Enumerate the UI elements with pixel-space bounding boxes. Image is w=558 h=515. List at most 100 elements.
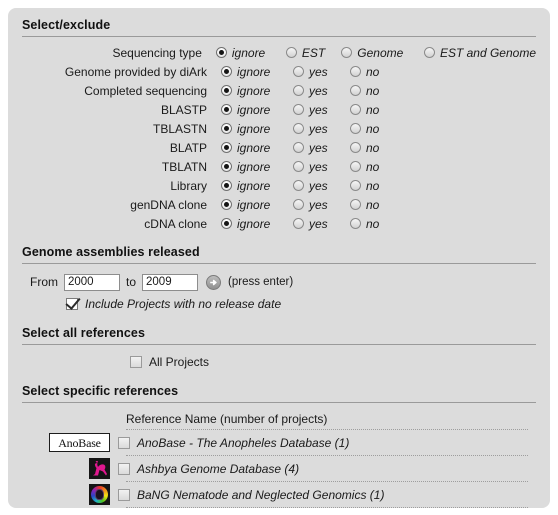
radio-button[interactable] [221, 85, 232, 96]
radio-button[interactable] [350, 85, 361, 96]
radio-option[interactable]: no [350, 65, 379, 79]
radio-option[interactable]: ignore [221, 217, 293, 231]
radio-button[interactable] [221, 218, 232, 229]
radio-option-label: EST and Genome [439, 45, 536, 60]
radio-option[interactable]: ignore [215, 46, 286, 60]
bang-logo [89, 484, 110, 505]
filter-row-label: Sequencing type [112, 45, 202, 60]
radio-button[interactable] [285, 47, 297, 58]
radio-option-label: yes [309, 102, 328, 117]
all-projects-row[interactable]: All Projects [22, 351, 536, 373]
reference-row[interactable]: Ashbya Genome Database (4) [22, 456, 536, 481]
radio-option[interactable]: no [350, 84, 379, 98]
reference-row[interactable]: AnoBase AnoBase - The Anopheles Database … [22, 430, 536, 455]
radio-button[interactable] [350, 142, 361, 153]
radio-option[interactable]: ignore [221, 122, 293, 136]
radio-button[interactable] [350, 218, 361, 229]
year-from-input[interactable] [64, 273, 120, 291]
radio-option[interactable]: yes [293, 141, 350, 155]
all-projects-label: All Projects [149, 355, 210, 369]
reference-checkbox[interactable] [118, 462, 130, 475]
radio-option[interactable]: yes [293, 217, 350, 231]
radio-option-label: yes [309, 178, 328, 193]
reference-checkbox[interactable] [118, 436, 130, 449]
radio-option[interactable]: EST [285, 46, 341, 60]
section-title-all-references: Select all references [22, 326, 146, 340]
radio-button[interactable] [221, 66, 232, 77]
include-no-release-date-checkbox[interactable] [66, 298, 78, 310]
radio-button[interactable] [350, 161, 361, 172]
filter-row: TBLASTN ignore yes no [22, 119, 536, 138]
radio-option[interactable]: no [350, 141, 379, 155]
radio-option-label: ignore [237, 159, 271, 174]
radio-button[interactable] [293, 85, 304, 96]
radio-option[interactable]: no [350, 160, 379, 174]
radio-button[interactable] [221, 123, 232, 134]
radio-button[interactable] [293, 199, 304, 210]
radio-button[interactable] [350, 123, 361, 134]
radio-button[interactable] [221, 104, 232, 115]
radio-button[interactable] [423, 47, 435, 58]
arrow-right-icon[interactable] [206, 274, 222, 290]
radio-option[interactable]: yes [293, 84, 350, 98]
filter-row: BLATP ignore yes no [22, 138, 536, 157]
radio-option[interactable]: no [350, 122, 379, 136]
radio-option[interactable]: yes [293, 198, 350, 212]
press-enter-hint: (press enter) [228, 276, 294, 288]
filter-row: Sequencing type ignore EST Genome EST and Ge… [22, 43, 536, 62]
filter-row-label: BLASTP [160, 102, 207, 117]
radio-button[interactable] [215, 47, 227, 58]
radio-option[interactable]: Genome [341, 46, 424, 60]
radio-option[interactable]: no [350, 198, 379, 212]
radio-button[interactable] [293, 218, 304, 229]
reference-row[interactable]: BaNG Nematode and Neglected Genomics (1) [22, 482, 536, 507]
radio-option[interactable]: ignore [221, 160, 293, 174]
radio-button[interactable] [293, 142, 304, 153]
reference-checkbox[interactable] [118, 488, 130, 501]
radio-option[interactable]: ignore [221, 179, 293, 193]
radio-option[interactable]: yes [293, 65, 350, 79]
radio-button[interactable] [221, 161, 232, 172]
radio-button[interactable] [350, 104, 361, 115]
radio-button[interactable] [293, 123, 304, 134]
radio-option[interactable]: ignore [221, 103, 293, 117]
radio-option[interactable]: no [350, 103, 379, 117]
radio-option[interactable]: EST and Genome [423, 45, 536, 60]
radio-option[interactable]: ignore [221, 84, 293, 98]
radio-option[interactable]: yes [293, 103, 350, 117]
radio-button[interactable] [221, 180, 232, 191]
filter-row-label: genDNA clone [130, 197, 207, 212]
radio-button[interactable] [293, 104, 304, 115]
radio-option[interactable]: yes [293, 179, 350, 193]
radio-button[interactable] [350, 180, 361, 191]
radio-option[interactable]: no [350, 217, 379, 231]
release-year-range-row: From to (press enter) [22, 270, 536, 294]
radio-button[interactable] [221, 142, 232, 153]
from-label: From [30, 275, 58, 289]
radio-option-label: no [366, 159, 380, 174]
radio-button[interactable] [350, 199, 361, 210]
reference-name-label: Ashbya Genome Database (4) [137, 461, 300, 476]
radio-option[interactable]: ignore [221, 198, 293, 212]
radio-button[interactable] [221, 199, 232, 210]
radio-option[interactable]: ignore [221, 65, 293, 79]
radio-button[interactable] [293, 161, 304, 172]
radio-option[interactable]: yes [293, 160, 350, 174]
radio-option-label: ignore [237, 64, 271, 79]
radio-option-label: yes [309, 83, 328, 98]
radio-option[interactable]: yes [293, 122, 350, 136]
section-title-select-exclude: Select/exclude [22, 18, 111, 32]
all-projects-checkbox[interactable] [130, 356, 142, 368]
radio-button[interactable] [350, 66, 361, 77]
radio-option[interactable]: ignore [221, 141, 293, 155]
section-title-assemblies: Genome assemblies released [22, 245, 200, 259]
reference-logo-cell: AnoBase [22, 433, 118, 452]
year-to-input[interactable] [142, 273, 199, 291]
radio-option[interactable]: no [350, 179, 379, 193]
radio-button[interactable] [341, 47, 353, 58]
search-filter-panel: Select/exclude Sequencing type ignore EST G… [8, 8, 550, 508]
radio-button[interactable] [293, 180, 304, 191]
radio-button[interactable] [293, 66, 304, 77]
include-no-release-date-row[interactable]: Include Projects with no release date [22, 294, 536, 314]
section-divider [22, 402, 536, 403]
